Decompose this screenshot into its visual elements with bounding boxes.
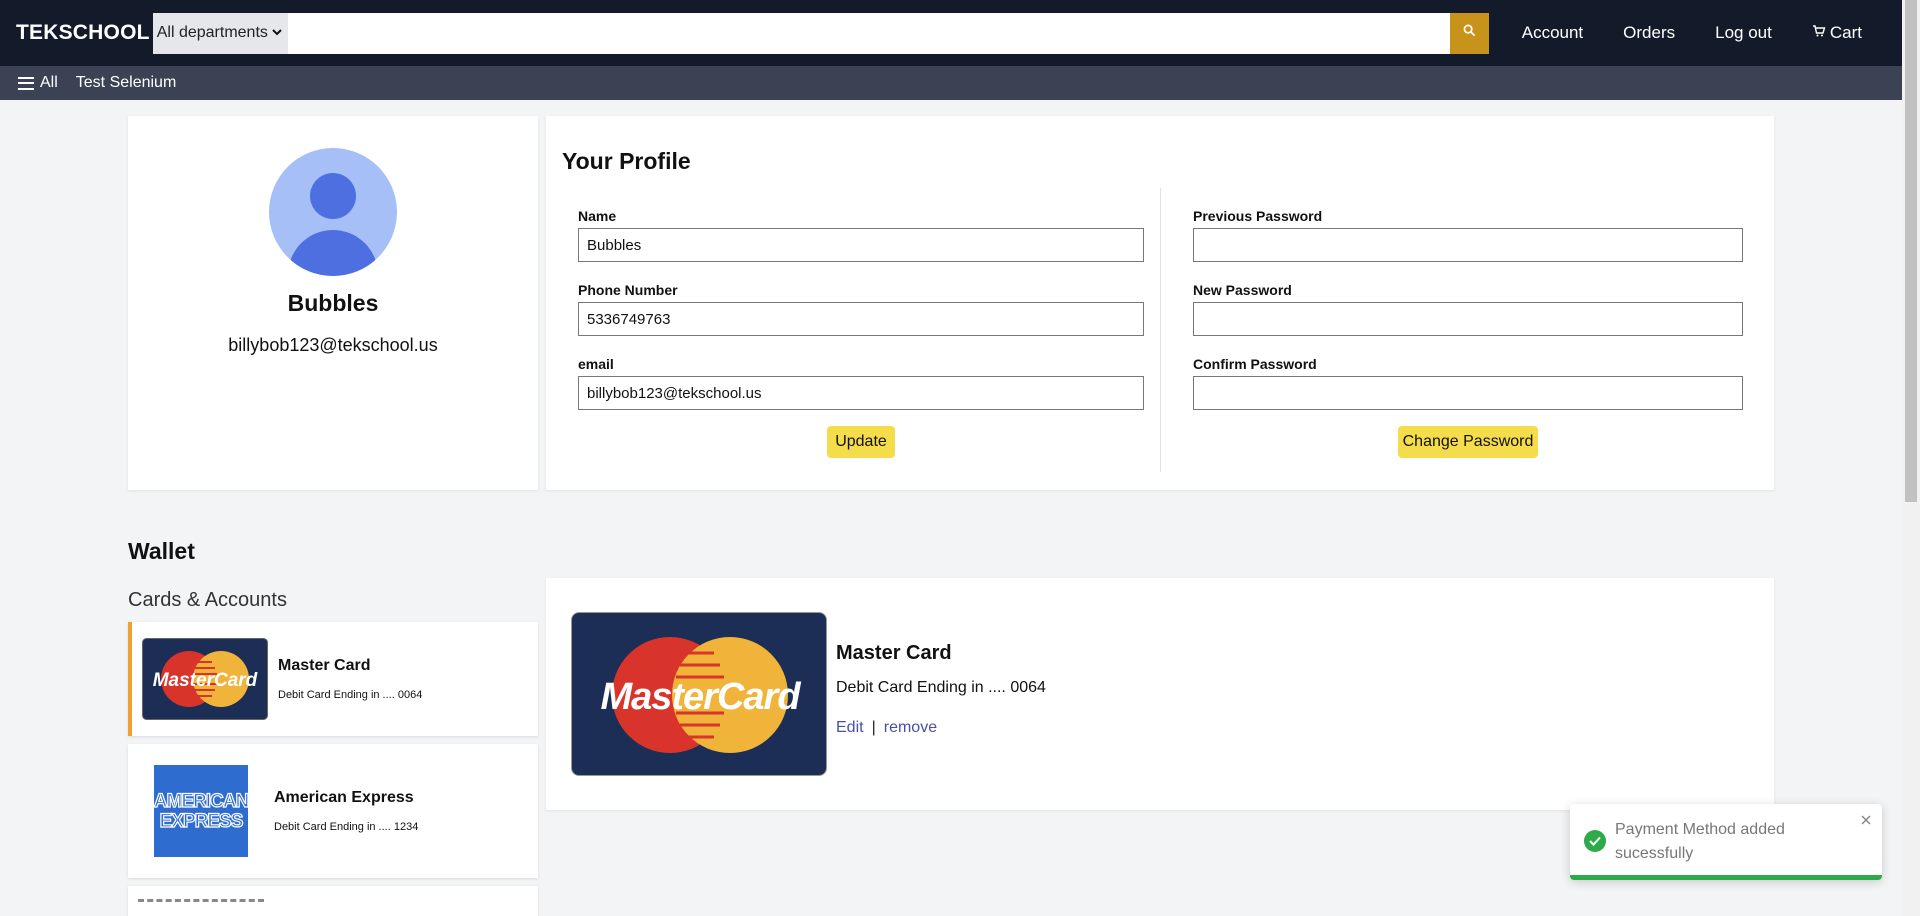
nav-cart-label: Cart [1829, 23, 1862, 42]
svg-text:MasterCard: MasterCard [153, 670, 258, 691]
mastercard-logo-icon: MasterCard [142, 638, 268, 720]
cart-icon [1812, 23, 1826, 43]
check-circle-icon [1584, 830, 1606, 852]
wallet-card-amex[interactable]: AMERICAN EXPRESS American Express Debit … [128, 744, 538, 878]
profile-name: Bubbles [287, 290, 379, 316]
previous-password-field[interactable] [1193, 228, 1743, 262]
edit-link[interactable]: Edit [836, 719, 864, 737]
department-selected: All departments [156, 24, 268, 41]
wallet-card-mastercard[interactable]: MasterCard Master Card Debit Card Ending… [128, 622, 538, 736]
new-password-field[interactable] [1193, 302, 1743, 336]
secondary-nav: All Test Selenium [0, 66, 1902, 100]
cards-accounts-title: Cards & Accounts [128, 589, 287, 611]
nav-orders[interactable]: Orders [1623, 23, 1675, 43]
email-field[interactable]: billybob123@tekschool.us [578, 376, 1144, 410]
nav-account[interactable]: Account [1522, 23, 1583, 43]
subnav-item-test-selenium[interactable]: Test Selenium [76, 74, 177, 92]
add-card-placeholder [138, 899, 264, 916]
wallet-card-desc: Debit Card Ending in .... 1234 [274, 821, 419, 833]
toast-message: Payment Method added sucessfully [1615, 821, 1785, 862]
page-title: Your Profile [562, 148, 691, 174]
amex-logo-icon: AMERICAN EXPRESS [138, 761, 264, 861]
wallet-add-card[interactable] [128, 886, 538, 916]
detail-card-desc: Debit Card Ending in .... 0064 [836, 679, 1046, 696]
card-detail-panel: MasterCard Master Card Debit Card Ending… [546, 578, 1774, 810]
email-label: email [578, 356, 614, 372]
detail-card-name: Master Card [836, 642, 952, 664]
department-select[interactable]: All departments [152, 12, 288, 54]
site-logo[interactable]: TEKSCHOOL [16, 21, 153, 45]
confirm-password-label: Confirm Password [1193, 356, 1317, 372]
hamburger-icon [18, 76, 34, 90]
name-field[interactable]: Bubbles [578, 228, 1144, 262]
scrollbar-thumb[interactable] [1905, 0, 1917, 502]
close-icon[interactable] [1860, 810, 1872, 831]
search-input[interactable] [287, 12, 1450, 54]
nav-cart[interactable]: Cart [1812, 23, 1862, 43]
phone-field[interactable]: 5336749763 [578, 302, 1144, 336]
header-nav: Account Orders Log out Cart [1522, 23, 1902, 43]
all-menu-label: All [40, 74, 58, 91]
search-icon [1463, 24, 1476, 42]
profile-summary-card: Bubbles billybob123@tekschool.us [128, 116, 538, 490]
svg-text:MasterCard: MasterCard [600, 676, 801, 718]
svg-text:EXPRESS: EXPRESS [160, 811, 243, 832]
confirm-password-field[interactable] [1193, 376, 1743, 410]
name-label: Name [578, 208, 617, 224]
top-header: TEKSCHOOL All departments Account Orders… [0, 0, 1902, 66]
nav-logout[interactable]: Log out [1715, 23, 1772, 43]
profile-form-card: Your Profile Name Bubbles Phone Number 5… [546, 116, 1774, 490]
all-menu-button[interactable]: All [18, 74, 58, 92]
avatar-icon [269, 148, 397, 276]
wallet-card-desc: Debit Card Ending in .... 0064 [278, 689, 423, 701]
search-bar: All departments [152, 12, 1489, 54]
change-password-button[interactable]: Change Password [1398, 426, 1538, 458]
update-button[interactable]: Update [827, 426, 895, 458]
wallet-card-name: Master Card [278, 657, 371, 674]
wallet-card-name: American Express [274, 789, 414, 806]
mastercard-large-icon: MasterCard [571, 612, 827, 776]
remove-link[interactable]: remove [884, 719, 937, 737]
detail-actions: Edit | remove [836, 719, 937, 737]
search-button[interactable] [1449, 12, 1489, 54]
new-password-label: New Password [1193, 282, 1292, 298]
chevron-down-icon [272, 27, 282, 39]
svg-text:AMERICAN: AMERICAN [154, 791, 249, 812]
wallet-title: Wallet [128, 538, 195, 564]
phone-label: Phone Number [578, 282, 678, 298]
profile-email: billybob123@tekschool.us [228, 335, 438, 355]
toast-progress-bar [1570, 875, 1882, 880]
success-toast: Payment Method added sucessfully [1570, 804, 1882, 880]
action-separator: | [871, 719, 876, 736]
form-divider [1160, 188, 1161, 472]
previous-password-label: Previous Password [1193, 208, 1323, 224]
